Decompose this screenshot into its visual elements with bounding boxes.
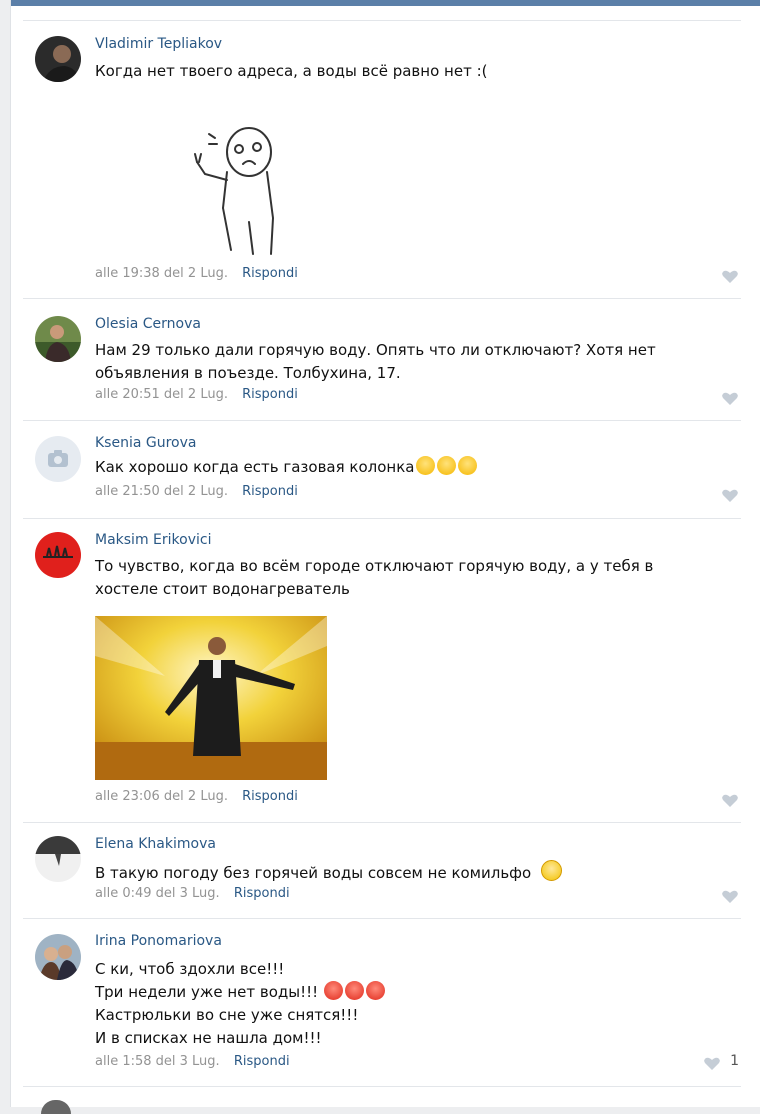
comment-timestamp[interactable]: alle 1:58 del 3 Lug. <box>95 1054 220 1069</box>
angry-emoji-icon <box>366 981 386 1000</box>
red-logo-icon <box>35 532 81 578</box>
divider <box>23 298 741 299</box>
comment-meta: alle 0:49 del 3 Lug. Rispondi <box>95 886 290 901</box>
comment-line: Кастрюльки во сне уже снятся!!! <box>95 1006 359 1024</box>
divider <box>23 822 741 823</box>
avatar[interactable] <box>35 934 81 980</box>
comment-timestamp[interactable]: alle 23:06 del 2 Lug. <box>95 789 228 804</box>
camera-placeholder-icon <box>35 436 81 482</box>
divider <box>23 518 741 519</box>
comment-meta: alle 20:51 del 2 Lug. Rispondi <box>95 387 298 402</box>
divider <box>23 1086 741 1087</box>
comment-line: Когда нет твоего адреса, а воды всё равн… <box>95 62 488 80</box>
avatar[interactable] <box>35 532 81 578</box>
heart-icon[interactable] <box>721 890 739 904</box>
laughing-emoji-icon <box>458 456 478 475</box>
reply-button[interactable]: Rispondi <box>234 1054 290 1069</box>
divider <box>23 420 741 421</box>
comment-author[interactable]: Vladimir Tepliakov <box>95 36 222 52</box>
comment-line: То чувство, когда во всём городе отключа… <box>95 557 654 575</box>
comment-line: В такую погоду без горячей воды совсем н… <box>95 864 532 882</box>
reply-button[interactable]: Rispondi <box>242 789 298 804</box>
user-photo-icon <box>35 36 81 82</box>
comment-timestamp[interactable]: alle 19:38 del 2 Lug. <box>95 266 228 281</box>
comment-author[interactable]: Elena Khakimova <box>95 836 216 852</box>
like-count[interactable]: 1 <box>730 1053 739 1069</box>
comment-text: С ки, чтоб здохли все!!! Три недели уже … <box>95 958 386 1050</box>
comment-text: Нам 29 только дали горячую воду. Опять ч… <box>95 339 656 385</box>
comment-line: Нам 29 только дали горячую воду. Опять ч… <box>95 341 656 359</box>
avatar[interactable] <box>35 36 81 82</box>
heart-icon[interactable] <box>721 270 739 284</box>
comments-panel: Vladimir Tepliakov Когда нет твоего адре… <box>10 0 760 1114</box>
comment-line: Как хорошо когда есть газовая колонка <box>95 458 415 476</box>
comment-line: С ки, чтоб здохли все!!! <box>95 960 285 978</box>
comment-text: Как хорошо когда есть газовая колонка <box>95 456 478 479</box>
avatar[interactable] <box>35 436 81 482</box>
user-photo-icon <box>35 934 81 980</box>
comment-author[interactable]: Olesia Cernova <box>95 316 201 332</box>
angry-emoji-icon <box>345 981 365 1000</box>
reply-button[interactable]: Rispondi <box>242 484 298 499</box>
comment-author[interactable]: Irina Ponomariova <box>95 933 222 949</box>
comment-meta: alle 21:50 del 2 Lug. Rispondi <box>95 484 298 499</box>
comment-line: И в списках не нашла дом!!! <box>95 1029 322 1047</box>
reply-button[interactable]: Rispondi <box>242 387 298 402</box>
angry-emoji-icon <box>324 981 344 1000</box>
meme-sticker-icon[interactable] <box>187 122 297 262</box>
comment-timestamp[interactable]: alle 20:51 del 2 Lug. <box>95 387 228 402</box>
comment-text: Когда нет твоего адреса, а воды всё равн… <box>95 60 487 83</box>
reply-button[interactable]: Rispondi <box>242 266 298 281</box>
comment-text: В такую погоду без горячей воды совсем н… <box>95 860 563 885</box>
comment-meta: alle 23:06 del 2 Lug. Rispondi <box>95 789 298 804</box>
comment-author[interactable]: Maksim Erikovici <box>95 532 211 548</box>
divider <box>23 918 741 919</box>
celebration-photo-icon[interactable] <box>95 616 327 784</box>
avatar[interactable] <box>35 836 81 882</box>
avatar[interactable] <box>41 1100 71 1114</box>
user-photo-icon <box>35 316 81 362</box>
avatar[interactable] <box>35 316 81 362</box>
comment-line: объявления в поъезде. Толбухина, 17. <box>95 364 401 382</box>
heart-icon[interactable] <box>721 392 739 406</box>
comment-timestamp[interactable]: alle 21:50 del 2 Lug. <box>95 484 228 499</box>
comment-meta: alle 1:58 del 3 Lug. Rispondi <box>95 1054 290 1069</box>
comment-text: То чувство, когда во всём городе отключа… <box>95 555 653 601</box>
laughing-emoji-icon <box>437 456 457 475</box>
comment-meta: alle 19:38 del 2 Lug. Rispondi <box>95 266 298 281</box>
comment-line: хостеле стоит водонагреватель <box>95 580 350 598</box>
laughing-emoji-icon <box>416 456 436 475</box>
worried-emoji-icon <box>541 860 563 881</box>
heart-icon[interactable] <box>721 794 739 808</box>
heart-icon[interactable] <box>703 1057 721 1071</box>
divider <box>23 20 741 21</box>
heart-icon[interactable] <box>721 489 739 503</box>
comment-author[interactable]: Ksenia Gurova <box>95 435 196 451</box>
comment-line: Три недели уже нет воды!!! <box>95 983 319 1001</box>
top-nav-bar <box>11 0 760 6</box>
comment-timestamp[interactable]: alle 0:49 del 3 Lug. <box>95 886 220 901</box>
user-photo-icon <box>35 836 81 882</box>
reply-button[interactable]: Rispondi <box>234 886 290 901</box>
